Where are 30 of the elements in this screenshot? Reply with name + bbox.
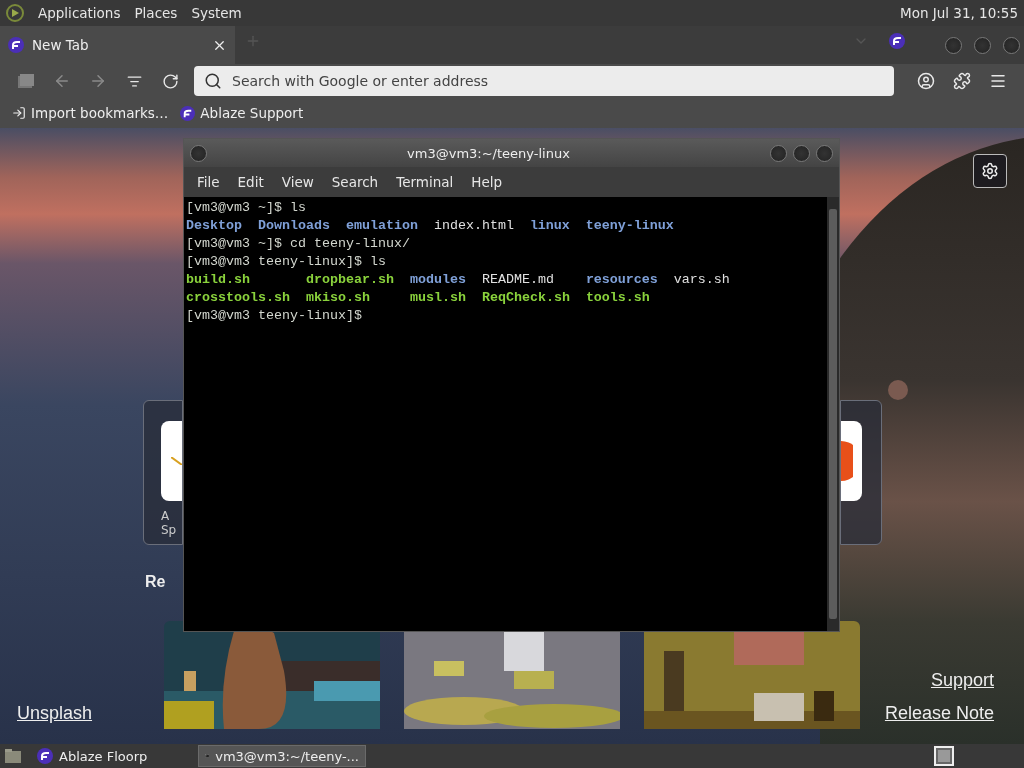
browser-tab[interactable]: New Tab <box>0 26 235 64</box>
logo-icon <box>6 4 24 22</box>
search-icon <box>204 72 222 90</box>
account-icon[interactable] <box>917 72 935 90</box>
reload-icon[interactable] <box>161 72 179 90</box>
import-icon <box>12 106 26 120</box>
panel-menu[interactable]: Places <box>134 5 178 21</box>
bookmark[interactable]: Ablaze Support <box>180 105 304 121</box>
address-bar[interactable]: Search with Google or enter address <box>194 66 894 96</box>
window-control-icon[interactable] <box>945 36 962 54</box>
clock: Mon Jul 31, 10:55 <box>900 5 1018 21</box>
panel-menu[interactable]: Applications <box>38 5 121 21</box>
menu-icon[interactable] <box>989 72 1007 90</box>
taskbar-button[interactable]: Ablaze Floorp <box>30 745 190 767</box>
taskbar-button[interactable]: vm3@vm3:~/teeny-... <box>198 745 366 767</box>
extensions-icon[interactable] <box>953 72 971 90</box>
browser-icon <box>37 748 53 764</box>
window-control-icon[interactable] <box>974 36 991 54</box>
sidebar-icon[interactable] <box>18 74 34 88</box>
window-control-icon[interactable] <box>1003 36 1020 54</box>
folder-icon[interactable] <box>4 748 22 764</box>
back-icon[interactable] <box>53 72 71 90</box>
logo-icon <box>889 33 905 49</box>
show-desktop-icon[interactable] <box>934 746 954 766</box>
logo-icon <box>180 105 196 121</box>
forward-icon[interactable] <box>89 72 107 90</box>
panel-menu[interactable]: System <box>191 5 242 21</box>
tab-icon <box>8 37 24 53</box>
list-icon[interactable] <box>126 73 142 89</box>
bookmark[interactable]: Import bookmarks… <box>12 105 169 121</box>
